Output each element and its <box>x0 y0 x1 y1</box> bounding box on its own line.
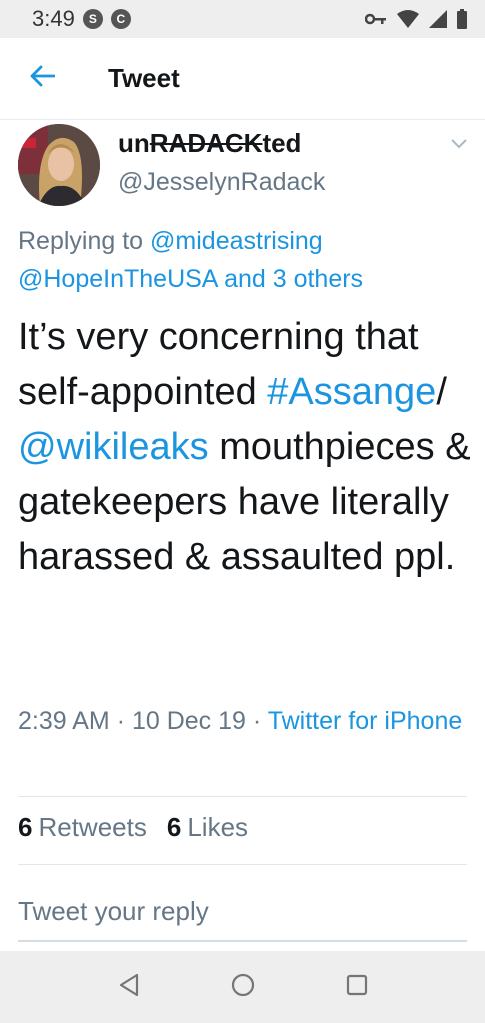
reply-box <box>18 890 467 942</box>
square-recents-icon <box>346 974 368 1001</box>
divider <box>18 864 467 865</box>
mention-link[interactable]: @wikileaks <box>18 426 209 468</box>
tweet-meta: 2:39 AM · 10 Dec 19 · Twitter for iPhone <box>18 702 468 740</box>
circle-home-icon <box>231 973 255 1002</box>
tweet-time: 2:39 AM <box>18 707 110 735</box>
page-title: Tweet <box>108 63 180 93</box>
signal-icon <box>429 10 447 28</box>
reply-user-link[interactable]: @HopeInTheUSA <box>18 265 217 293</box>
display-name-prefix: un <box>118 128 150 158</box>
avatar[interactable] <box>18 124 100 206</box>
tweet-header: unRADACKted @JesselynRadack <box>18 122 473 206</box>
nav-back-button[interactable] <box>107 965 151 1009</box>
retweets-stat[interactable]: 6 Retweets <box>18 812 147 843</box>
divider <box>18 796 467 797</box>
notification-c-icon: C <box>110 9 131 29</box>
retweets-label: Retweets <box>38 812 147 842</box>
display-name-strike: RADACK <box>149 128 263 158</box>
retweets-count: 6 <box>18 812 33 842</box>
chevron-down-icon <box>450 137 468 155</box>
nav-home-button[interactable] <box>221 965 265 1009</box>
tweet-stats: 6 Retweets 6 Likes <box>18 812 248 843</box>
nav-recents-button[interactable] <box>335 965 379 1009</box>
hashtag-link[interactable]: #Assange <box>267 371 436 413</box>
likes-stat[interactable]: 6 Likes <box>167 812 248 843</box>
likes-count: 6 <box>166 812 182 842</box>
meta-dot: · <box>116 707 126 735</box>
tweet-date: 10 Dec 19 <box>131 707 246 735</box>
notification-s-icon: S <box>82 9 103 29</box>
app-bar: Tweet <box>0 38 485 120</box>
wifi-icon <box>397 10 419 28</box>
triangle-back-icon <box>118 973 140 1002</box>
tweet-source-link[interactable]: Twitter for iPhone <box>268 707 463 735</box>
display-name-suffix: ted <box>262 128 302 158</box>
status-bar: 3:49 S C <box>0 0 485 38</box>
likes-label: Likes <box>187 812 249 842</box>
display-name[interactable]: unRADACKted <box>118 128 301 159</box>
system-nav-bar <box>0 951 485 1023</box>
back-button[interactable] <box>12 49 72 109</box>
vpn-key-icon <box>365 12 387 26</box>
reply-user-link[interactable]: @mideastrising <box>150 227 323 255</box>
user-handle[interactable]: @JesselynRadack <box>118 168 325 197</box>
meta-dot: · <box>252 707 262 735</box>
reply-input[interactable] <box>18 890 467 927</box>
tweet-options-button[interactable] <box>445 132 473 160</box>
tweet-text: It’s very concerning that self-appointed… <box>18 310 478 585</box>
battery-icon <box>457 9 467 29</box>
status-time: 3:49 <box>32 6 75 31</box>
arrow-left-icon <box>29 65 56 92</box>
reply-others-link[interactable]: and 3 others <box>224 265 363 293</box>
status-icons <box>365 9 467 29</box>
replying-to: Replying to @mideastrising @HopeInTheUSA… <box>18 222 473 298</box>
tweet-text-separator: / <box>436 371 447 413</box>
replying-to-label: Replying to <box>18 227 144 255</box>
